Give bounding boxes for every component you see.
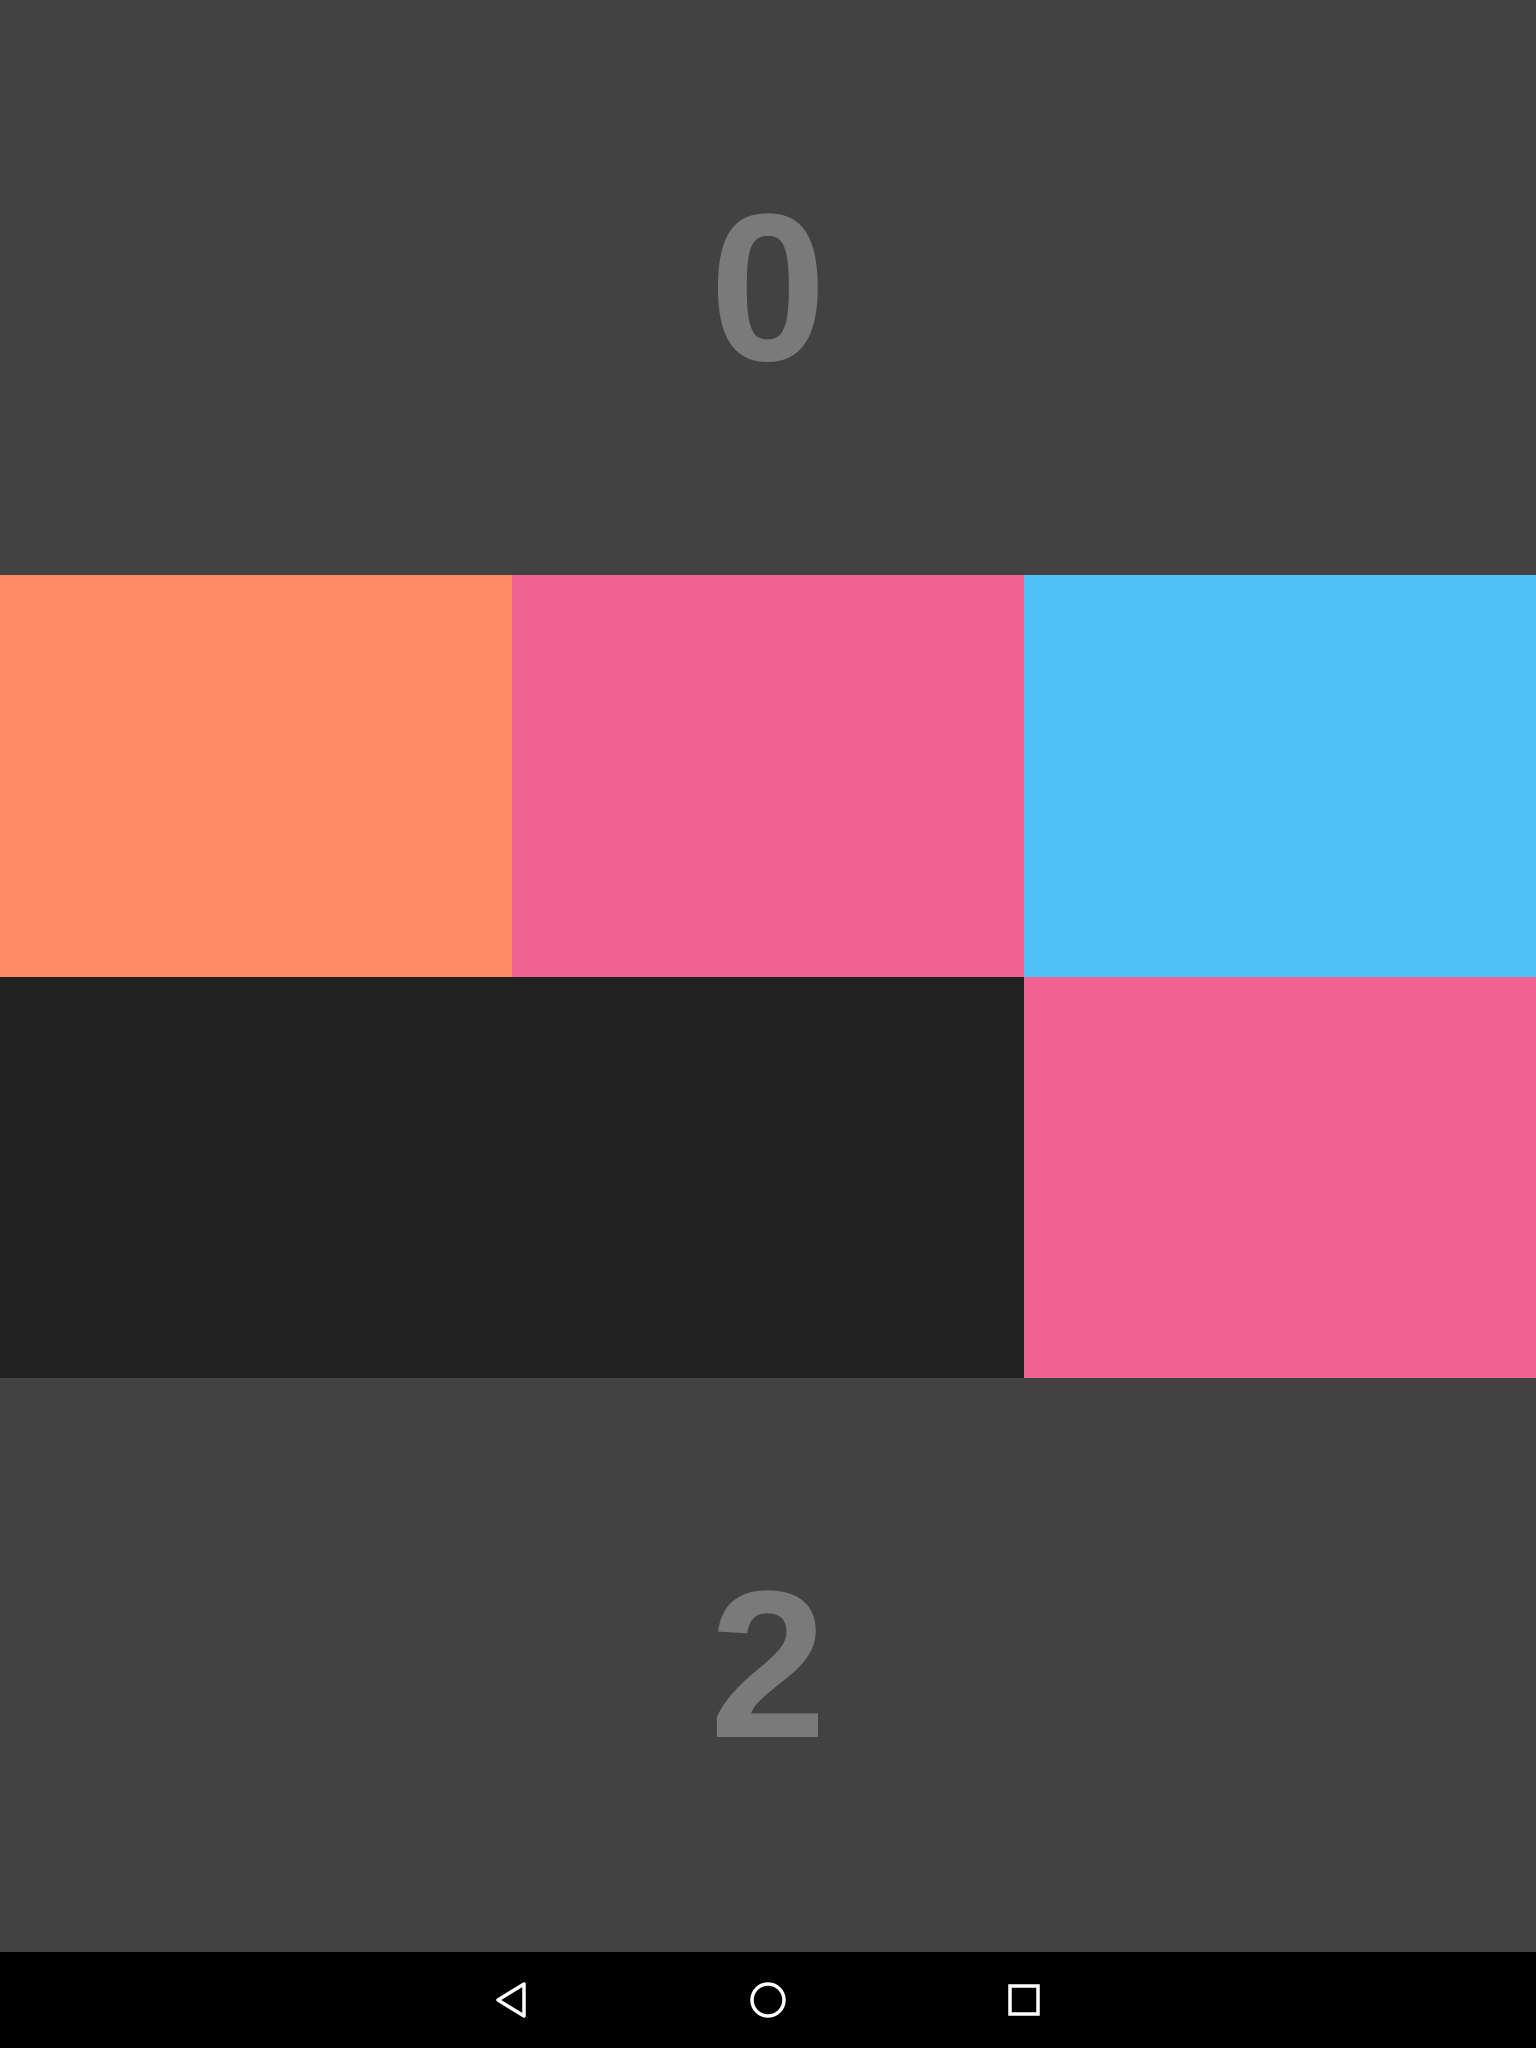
bottom-player-panel[interactable]: 2 bbox=[0, 1378, 1536, 1952]
back-button[interactable] bbox=[452, 1952, 572, 2048]
tile[interactable] bbox=[512, 575, 1024, 977]
tile-grid bbox=[0, 575, 1536, 1378]
tile[interactable] bbox=[1024, 977, 1536, 1378]
back-icon bbox=[496, 1982, 526, 2018]
bottom-score: 2 bbox=[709, 1547, 827, 1782]
game-screen: 0 2 bbox=[0, 0, 1536, 2048]
top-score: 0 bbox=[709, 169, 827, 405]
navigation-bar bbox=[0, 1952, 1536, 2048]
recents-icon bbox=[1008, 1984, 1040, 2016]
recents-button[interactable] bbox=[964, 1952, 1084, 2048]
tile[interactable] bbox=[0, 575, 512, 977]
tile[interactable] bbox=[1024, 575, 1536, 977]
tile[interactable] bbox=[0, 977, 512, 1378]
tile[interactable] bbox=[512, 977, 1024, 1378]
home-icon bbox=[750, 1982, 786, 2018]
top-player-panel[interactable]: 0 bbox=[0, 0, 1536, 575]
home-button[interactable] bbox=[708, 1952, 828, 2048]
